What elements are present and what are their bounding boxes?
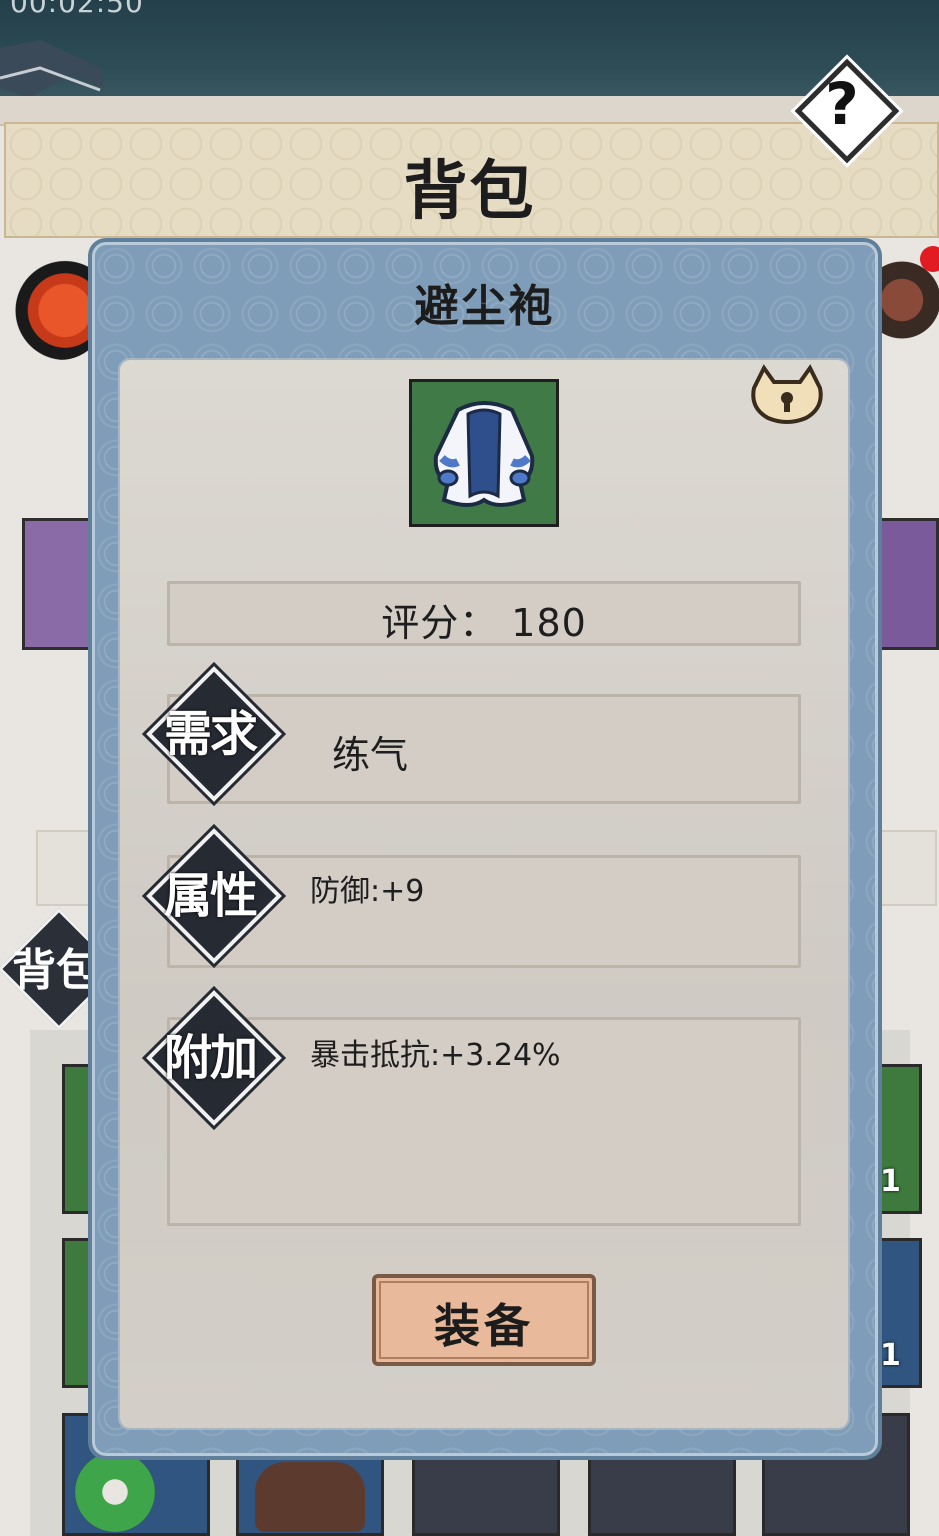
notification-dot — [920, 246, 939, 272]
item-name: 避尘袍 — [414, 281, 556, 332]
item-count: 1 — [880, 1164, 901, 1199]
attributes-value: 防御:+9 — [310, 874, 425, 909]
attributes-tag: 属性 — [140, 822, 282, 964]
attributes-tag-label: 属性 — [163, 868, 258, 924]
page-title: 背包 — [403, 155, 536, 229]
requirement-tag-label: 需求 — [163, 706, 258, 762]
timer: 00:02:50 — [10, 0, 144, 19]
requirement-value: 练气 — [332, 733, 409, 777]
requirement-tag: 需求 — [140, 660, 282, 802]
info-strip-right — [875, 830, 937, 906]
equip-button-label[interactable]: 装备 — [372, 1290, 596, 1356]
jade-ring-icon — [75, 1452, 155, 1532]
item-count: 1 — [880, 1338, 901, 1373]
score-value: 评分： 180 — [381, 601, 587, 645]
question-icon: ? — [825, 70, 859, 138]
extra-tag-label: 附加 — [163, 1030, 258, 1086]
bag-tab-label: 背包 — [12, 945, 100, 996]
help-button[interactable]: ? — [794, 58, 900, 164]
extra-value: 暴击抵抗:+3.24% — [310, 1038, 561, 1073]
extra-tag: 附加 — [140, 984, 282, 1126]
lock-icon[interactable] — [750, 364, 824, 426]
boots-icon — [255, 1462, 365, 1532]
robe-icon — [433, 401, 535, 507]
